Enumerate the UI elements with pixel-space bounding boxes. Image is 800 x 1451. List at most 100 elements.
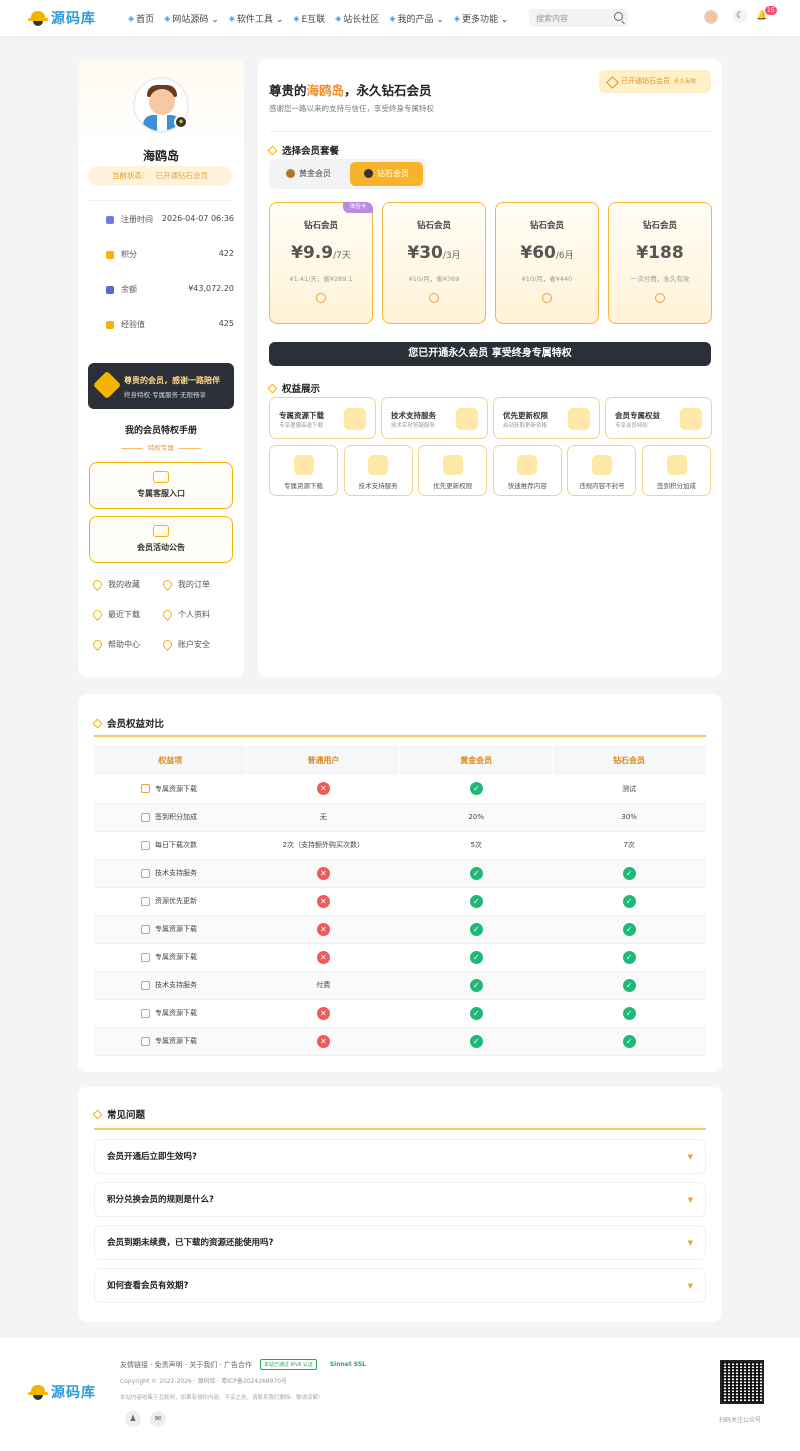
nav-item[interactable]: ◈ E互联 bbox=[293, 12, 325, 25]
member-promo-card: 尊贵的会员，感谢一路陪伴 终身特权·专属服务·无限畅享 bbox=[88, 363, 234, 409]
plan-name: 钻石会员 bbox=[303, 221, 338, 231]
tab-diamond[interactable]: 钻石会员 bbox=[350, 162, 423, 186]
shield-icon bbox=[161, 638, 174, 651]
benefit-icon bbox=[680, 408, 702, 430]
plan-radio[interactable] bbox=[542, 293, 552, 303]
plan-card[interactable]: 钻石会员 ¥188 一次付费，永久有效 bbox=[608, 202, 712, 324]
quick-link[interactable]: 我的收藏 bbox=[91, 578, 163, 591]
benefit-tile[interactable]: 专属资源下载 bbox=[269, 445, 338, 496]
choose-plan-title: 选择会员套餐 bbox=[267, 143, 339, 157]
shield-icon bbox=[161, 608, 174, 621]
benefit-card[interactable]: 专属资源下载 专享便捷高速下载 bbox=[269, 397, 376, 439]
benefit-tile[interactable]: 违规内容不封号 bbox=[567, 445, 637, 496]
compare-title: 会员权益对比 bbox=[92, 716, 164, 730]
plan-radio[interactable] bbox=[655, 293, 665, 303]
check-icon: ✓ bbox=[469, 866, 483, 880]
footer: 源码库 友情链接 · 免责声明 · 关于我们 · 广告合作 本站已通过 IPv6 … bbox=[0, 1338, 800, 1451]
table-row: 技术支持服务 ✕ ✓ ✓ bbox=[94, 859, 706, 888]
table-row: 签到积分加成无 20% 30% bbox=[94, 803, 706, 832]
plan-card[interactable]: 体验卡 钻石会员 ¥9.9/7天 ¥1.41/天，省¥289.1 bbox=[269, 202, 373, 324]
home-icon: ◈ bbox=[128, 14, 135, 23]
faq-item[interactable]: 会员开通后立即生效吗? ▼ bbox=[94, 1139, 706, 1174]
footer-links[interactable]: 友情链接 · 免责声明 · 关于我们 · 广告合作 本站已通过 IPv6 认证 Si… bbox=[120, 1359, 366, 1370]
check-icon: ✓ bbox=[622, 922, 636, 936]
stat-icon bbox=[106, 250, 114, 259]
member-status: 当前状态： 已开通钻石会员 bbox=[88, 166, 232, 186]
faq-item[interactable]: 积分兑换会员的规则是什么? ▼ bbox=[94, 1182, 706, 1217]
nav-item[interactable]: ◈ 软件工具 ⌄ bbox=[229, 12, 284, 25]
nav-item[interactable]: ◈ 更多功能 ⌄ bbox=[454, 12, 509, 25]
logo-hat-icon bbox=[28, 11, 48, 26]
faq-item[interactable]: 如何查看会员有效期? ▼ bbox=[94, 1268, 706, 1303]
top-header: 源码库 ◈ 首页 ◈ 网站源码 ⌄ ◈ 软件工具 ⌄ ◈ E互联 ◈ 站长社区 ◈ 我的产品 ⌄ ◈ 更多… bbox=[0, 0, 800, 37]
check-icon: ✓ bbox=[469, 922, 483, 936]
nav-item[interactable]: ◈ 网站源码 ⌄ bbox=[164, 12, 219, 25]
quick-link[interactable]: 个人资料 bbox=[161, 608, 233, 621]
plan-card[interactable]: 钻石会员 ¥60/6月 ¥10/月，省¥440 bbox=[495, 202, 599, 324]
compare-card: 会员权益对比 权益项 普通用户 黄金会员 钻石会员 专属资源下载 ✕ ✓ 测试 签到积分加成无… bbox=[78, 694, 722, 1072]
qq-icon[interactable]: ♟ bbox=[125, 1411, 141, 1427]
table-row: 专属资源下载 ✕ ✓ 测试 bbox=[94, 775, 706, 804]
benefit-tile[interactable]: 优先更新权限 bbox=[418, 445, 488, 496]
stat-icon bbox=[106, 215, 114, 224]
search-icon[interactable] bbox=[614, 12, 623, 21]
table-row: 技术支持服务 付费 ✓ ✓ bbox=[94, 971, 706, 1000]
benefit-icon bbox=[141, 784, 150, 794]
benefit-tile[interactable]: 签到积分加成 bbox=[642, 445, 711, 496]
gold-medal-icon bbox=[286, 169, 295, 178]
quick-link[interactable]: 帮助中心 bbox=[91, 638, 163, 651]
benefit-icon bbox=[141, 840, 150, 850]
vip-support-entry[interactable]: 专属客服入口 bbox=[89, 462, 233, 509]
plan-radio[interactable] bbox=[429, 293, 439, 303]
stat-icon bbox=[106, 320, 114, 329]
benefit-title: 权益展示 bbox=[267, 381, 320, 395]
plan-price: ¥30/3月 bbox=[407, 243, 461, 263]
user-avatar[interactable] bbox=[704, 10, 718, 24]
benefit-card[interactable]: 优先更新权限 启动获取更新资格 bbox=[493, 397, 600, 439]
tab-gold[interactable]: 黄金会员 bbox=[272, 162, 345, 186]
table-header: 黄金会员 bbox=[399, 745, 554, 775]
benefit-card[interactable]: 技术支持服务 技术实时答疑服务 bbox=[381, 397, 488, 439]
plan-price: ¥60/6月 bbox=[520, 243, 574, 263]
mail-icon[interactable]: ✉ bbox=[150, 1411, 166, 1427]
member-announcement-entry[interactable]: 会员活动公告 bbox=[89, 516, 233, 563]
tile-icon bbox=[368, 455, 389, 475]
footer-logo[interactable]: 源码库 bbox=[28, 1382, 96, 1402]
tool-icon: ◈ bbox=[228, 14, 235, 23]
chevron-down-icon: ▼ bbox=[687, 1196, 693, 1204]
tile-icon bbox=[293, 455, 314, 475]
handbook-title: 我的会员特权手册 bbox=[124, 426, 197, 436]
quick-link[interactable]: 最近下载 bbox=[91, 608, 163, 621]
nav-item[interactable]: ◈ 我的产品 ⌄ bbox=[389, 12, 444, 25]
tile-icon bbox=[517, 455, 538, 475]
quick-link[interactable]: 账户安全 bbox=[161, 638, 233, 651]
stat-row: 注册时间 2026-04-07 06:36 bbox=[106, 214, 234, 225]
cross-icon: ✕ bbox=[316, 1034, 330, 1048]
link-icon: ◈ bbox=[293, 14, 300, 23]
faq-item[interactable]: 会员到期未续费，已下载的资源还能使用吗? ▼ bbox=[94, 1225, 706, 1260]
benefit-tile[interactable]: 技术支持服务 bbox=[343, 445, 413, 496]
qr-caption: 扫码关注公众号 bbox=[719, 1417, 762, 1424]
quick-link[interactable]: 我的订单 bbox=[161, 578, 233, 591]
nav-item[interactable]: ◈ 站长社区 bbox=[335, 12, 379, 25]
promo-subtitle: 终身特权·专属服务·无限畅享 bbox=[124, 391, 207, 399]
dark-mode-icon[interactable]: ☾ bbox=[733, 9, 747, 23]
chevron-down-icon: ▼ bbox=[687, 1282, 693, 1290]
search-input[interactable]: 搜索内容 bbox=[529, 9, 628, 27]
stat-row: 积分 422 bbox=[106, 249, 234, 260]
check-icon: ✓ bbox=[622, 866, 636, 880]
plan-card[interactable]: 钻石会员 ¥30/3月 ¥10/月，省¥369 bbox=[382, 202, 486, 324]
plan-name: 钻石会员 bbox=[529, 221, 564, 231]
stat-icon bbox=[106, 285, 114, 294]
stat-value: 425 bbox=[218, 319, 234, 328]
benefit-icon bbox=[141, 924, 150, 934]
faq-card: 常见问题 会员开通后立即生效吗? ▼ 积分兑换会员的规则是什么? ▼ 会员到期未续费，已… bbox=[78, 1087, 722, 1322]
nav-item[interactable]: ◈ 首页 bbox=[128, 12, 154, 25]
plan-radio[interactable] bbox=[316, 293, 326, 303]
benefit-tile[interactable]: 快速推荐内容 bbox=[492, 445, 562, 496]
cross-icon: ✕ bbox=[316, 950, 330, 964]
benefit-card[interactable]: 会员专属权益 专享会员特权 bbox=[605, 397, 712, 439]
table-row: 专属资源下载 ✕ ✓ ✓ bbox=[94, 915, 706, 944]
cross-icon: ✕ bbox=[316, 922, 330, 936]
site-logo[interactable]: 源码库 bbox=[28, 8, 96, 28]
